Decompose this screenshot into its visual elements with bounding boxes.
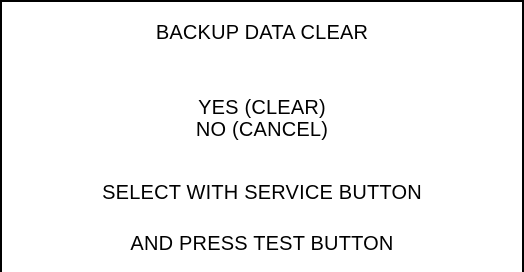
- instruction-press-line: AND PRESS TEST BUTTON: [130, 233, 394, 255]
- backup-clear-screen: BACKUP DATA CLEAR YES (CLEAR) NO (CANCEL…: [0, 0, 524, 272]
- option-no-cancel[interactable]: NO (CANCEL): [2, 118, 522, 142]
- option-yes-clear[interactable]: YES (CLEAR): [2, 96, 522, 120]
- screen-title: BACKUP DATA CLEAR: [155, 22, 369, 44]
- instruction-select-line: SELECT WITH SERVICE BUTTON: [102, 182, 422, 204]
